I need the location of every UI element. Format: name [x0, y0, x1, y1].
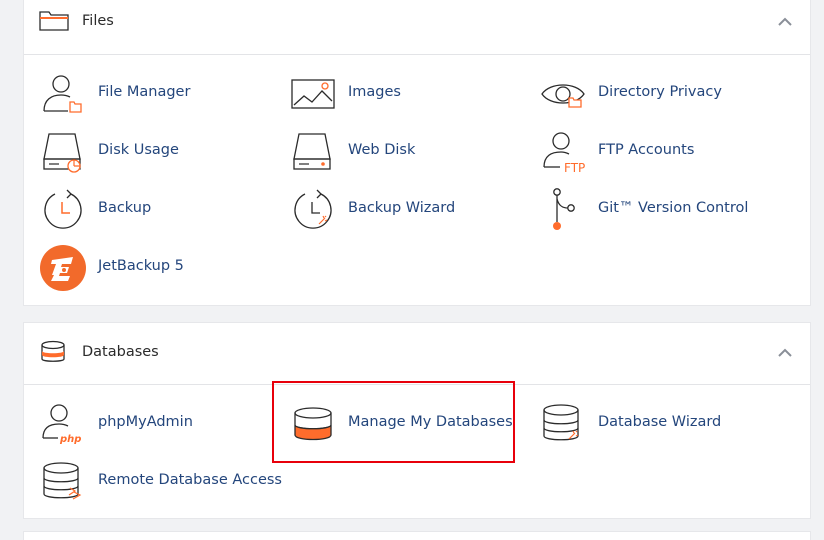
databases-panel-header[interactable]: Databases	[24, 323, 810, 385]
phpmyadmin-label: phpMyAdmin	[98, 414, 193, 430]
chevron-up-icon[interactable]	[776, 347, 794, 359]
disk-usage-link[interactable]: Disk Usage	[40, 129, 280, 175]
backup-wizard-icon	[294, 189, 332, 229]
images-icon	[291, 79, 335, 109]
backup-wizard-link[interactable]: Backup Wizard	[290, 187, 530, 233]
file-manager-label: File Manager	[98, 84, 191, 100]
images-link[interactable]: Images	[290, 71, 530, 117]
disk-usage-icon	[43, 133, 81, 173]
web-disk-icon	[293, 133, 331, 170]
directory-privacy-label: Directory Privacy	[598, 84, 722, 100]
directory-privacy-icon	[541, 84, 585, 108]
highlight-box	[272, 381, 515, 463]
backup-icon	[44, 189, 82, 229]
backup-label: Backup	[98, 200, 152, 216]
disk-usage-label: Disk Usage	[98, 142, 179, 158]
svg-text:FTP: FTP	[564, 161, 585, 175]
web-disk-label: Web Disk	[348, 142, 416, 158]
jetbackup-icon	[40, 245, 86, 291]
backup-wizard-label: Backup Wizard	[348, 200, 456, 216]
git-version-control-link[interactable]: Git™ Version Control	[540, 187, 780, 233]
chevron-up-icon[interactable]	[776, 16, 794, 28]
remote-database-icon	[43, 462, 82, 500]
phpmyadmin-link[interactable]: php phpMyAdmin	[40, 401, 280, 447]
files-panel: Files File Manager Images Directory Priv…	[23, 0, 811, 306]
images-label: Images	[348, 84, 401, 100]
files-panel-title: Files	[82, 13, 114, 29]
files-panel-header[interactable]: Files	[24, 0, 810, 55]
ftp-accounts-icon: FTP	[543, 132, 585, 175]
git-version-control-label: Git™ Version Control	[598, 200, 749, 216]
phpmyadmin-icon: php	[42, 404, 81, 445]
jetbackup-label: JetBackup 5	[98, 258, 184, 274]
backup-link[interactable]: Backup	[40, 187, 280, 233]
database-wizard-label: Database Wizard	[598, 414, 722, 430]
databases-panel-title: Databases	[82, 344, 159, 360]
web-disk-link[interactable]: Web Disk	[290, 129, 530, 175]
database-wizard-link[interactable]: Database Wizard	[540, 401, 780, 447]
ftp-accounts-label: FTP Accounts	[598, 142, 695, 158]
svg-text:php: php	[59, 434, 81, 445]
remote-database-access-label: Remote Database Access	[98, 472, 282, 488]
jetbackup-link[interactable]: JetBackup 5	[40, 245, 280, 291]
database-icon	[41, 340, 65, 362]
git-icon	[553, 188, 575, 230]
next-panel	[23, 531, 811, 540]
remote-database-access-link[interactable]: Remote Database Access	[40, 459, 282, 505]
folder-icon	[39, 11, 69, 31]
directory-privacy-link[interactable]: Directory Privacy	[540, 71, 780, 117]
database-wizard-icon	[543, 404, 579, 441]
file-manager-link[interactable]: File Manager	[40, 71, 280, 117]
ftp-accounts-link[interactable]: FTP FTP Accounts	[540, 129, 780, 175]
file-manager-icon	[43, 75, 82, 113]
